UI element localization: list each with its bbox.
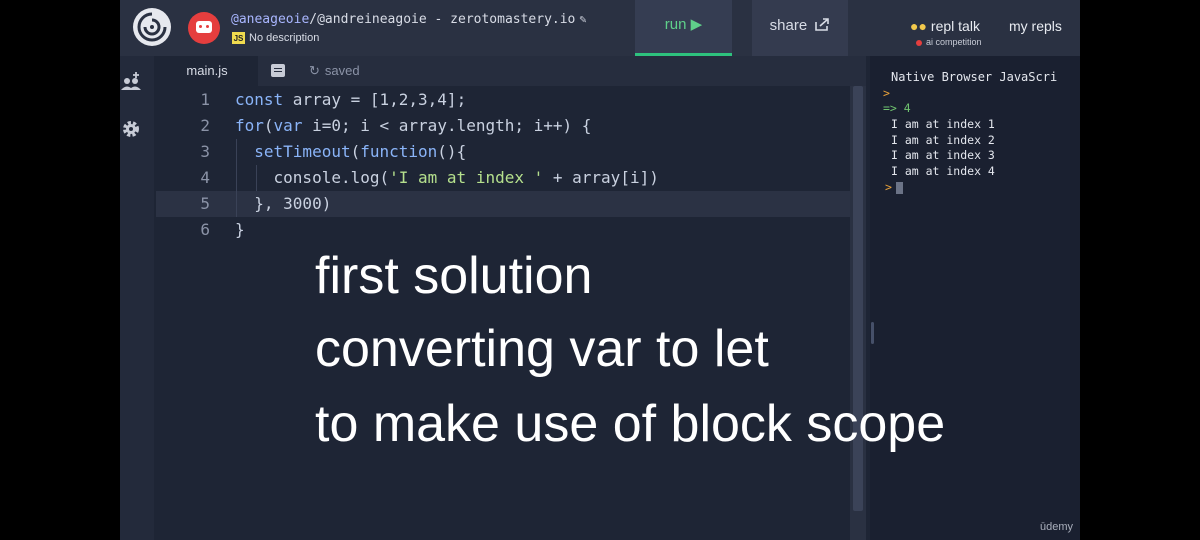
top-bar: @aneageoie/@andreineagoie - zerotomaster… bbox=[120, 0, 1080, 56]
console-input-line[interactable]: > bbox=[885, 180, 903, 196]
replit-logo-icon[interactable] bbox=[132, 7, 172, 47]
people-icon: ●● bbox=[910, 18, 927, 34]
run-button[interactable]: run ▶ bbox=[635, 0, 732, 56]
code-editor[interactable]: 1 const array = [1,2,3,4]; 2 for(var i=0… bbox=[156, 86, 850, 540]
line-number: 4 bbox=[200, 168, 210, 187]
console-line: I am at index 2 bbox=[891, 133, 995, 147]
save-status: ↻ saved bbox=[309, 56, 360, 86]
js-badge-icon: JS bbox=[232, 32, 245, 45]
add-user-icon[interactable] bbox=[120, 70, 142, 92]
repl-user-link[interactable]: @aneageoie bbox=[231, 12, 309, 27]
left-sidebar bbox=[120, 56, 154, 540]
indent-guide bbox=[256, 165, 257, 191]
live-dot-icon bbox=[916, 39, 922, 46]
line-number: 5 bbox=[200, 194, 210, 213]
code-text[interactable]: }, 3000) bbox=[235, 191, 331, 217]
editor-scrollbar[interactable] bbox=[850, 86, 866, 540]
avatar-icon[interactable] bbox=[188, 12, 220, 44]
console-cursor bbox=[895, 181, 903, 194]
line-number: 2 bbox=[200, 116, 210, 135]
competition-link[interactable]: ai competition bbox=[916, 37, 982, 47]
code-line[interactable]: 6 } bbox=[156, 217, 850, 243]
repl-description[interactable]: JS No description bbox=[232, 32, 320, 45]
code-text[interactable]: } bbox=[235, 217, 245, 243]
caption-line-1: first solution bbox=[315, 247, 593, 305]
competition-label: ai competition bbox=[926, 37, 982, 47]
code-text[interactable]: const array = [1,2,3,4]; bbox=[235, 87, 466, 113]
code-text[interactable]: for(var i=0; i < array.length; i++) { bbox=[235, 113, 591, 139]
console-panel[interactable]: Native Browser JavaScri > => 4 I am at i… bbox=[876, 56, 1080, 540]
line-number: 1 bbox=[200, 90, 210, 109]
clock-icon: ↻ bbox=[309, 63, 320, 78]
repl-talk-link[interactable]: ●● repl talk bbox=[910, 18, 980, 34]
editor-tabs: main.js ↻ saved bbox=[156, 56, 866, 86]
console-line: I am at index 4 bbox=[891, 164, 995, 178]
file-icon[interactable] bbox=[271, 64, 285, 77]
console-title: Native Browser JavaScri bbox=[891, 70, 1058, 84]
code-line-active[interactable]: 5 }, 3000) bbox=[156, 191, 850, 217]
repl-app: @aneageoie/@andreineagoie - zerotomaster… bbox=[120, 0, 1080, 540]
my-repls-link[interactable]: my repls bbox=[1009, 18, 1062, 34]
code-text[interactable]: setTimeout(function(){ bbox=[235, 139, 466, 165]
repl-talk-label: repl talk bbox=[930, 18, 980, 34]
splitter-grip[interactable] bbox=[871, 322, 874, 344]
line-number: 3 bbox=[200, 142, 210, 161]
avatar-face bbox=[196, 21, 212, 33]
description-text: No description bbox=[249, 32, 320, 44]
code-text[interactable]: console.log('I am at index ' + array[i]) bbox=[235, 165, 659, 191]
code-line[interactable]: 1 const array = [1,2,3,4]; bbox=[156, 87, 850, 113]
console-line: I am at index 1 bbox=[891, 117, 995, 131]
tab-main-js[interactable]: main.js bbox=[156, 56, 258, 86]
caption-line-3: to make use of block scope bbox=[315, 395, 946, 453]
udemy-watermark: ūdemy bbox=[1040, 521, 1074, 533]
console-line: => 4 bbox=[883, 101, 911, 115]
save-status-label: saved bbox=[324, 63, 360, 78]
console-line: > bbox=[883, 86, 890, 100]
share-label: share bbox=[769, 17, 808, 34]
share-icon bbox=[815, 18, 830, 31]
repl-path: /@andreineagoie - zerotomastery.io bbox=[309, 12, 576, 27]
code-line[interactable]: 4 console.log('I am at index ' + array[i… bbox=[156, 165, 850, 191]
repl-title[interactable]: @aneageoie/@andreineagoie - zerotomaster… bbox=[231, 12, 587, 27]
gear-icon[interactable] bbox=[120, 118, 142, 140]
share-button[interactable]: share bbox=[752, 0, 848, 56]
line-number: 6 bbox=[200, 220, 210, 239]
code-line[interactable]: 3 setTimeout(function(){ bbox=[156, 139, 850, 165]
console-line: I am at index 3 bbox=[891, 148, 995, 162]
code-line[interactable]: 2 for(var i=0; i < array.length; i++) { bbox=[156, 113, 850, 139]
pencil-icon[interactable]: ✎ bbox=[579, 12, 586, 26]
caption-line-2: converting var to let bbox=[315, 320, 769, 378]
indent-guide bbox=[236, 139, 237, 217]
